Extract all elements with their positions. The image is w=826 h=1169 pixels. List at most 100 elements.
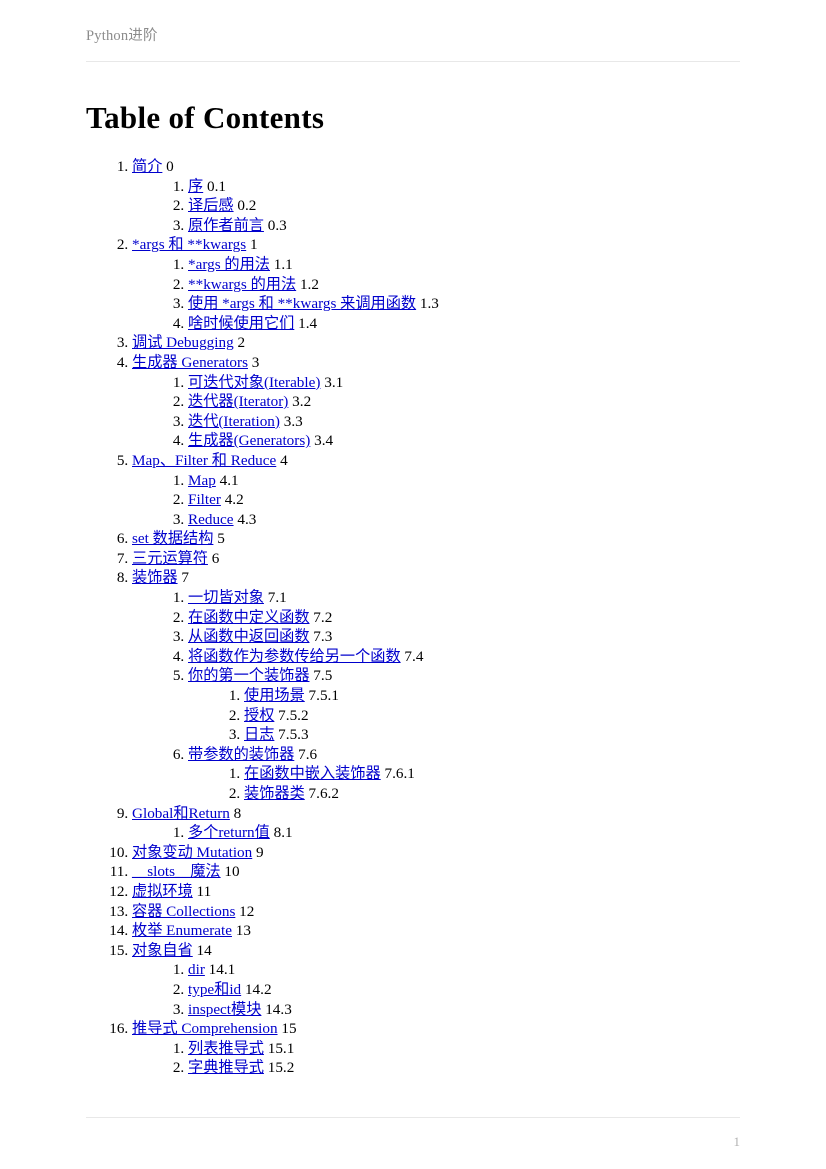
toc-link[interactable]: 列表推导式	[188, 1040, 264, 1057]
toc-link[interactable]: 日志	[244, 726, 274, 743]
toc-link[interactable]: 装饰器类	[244, 785, 305, 802]
toc-entry: 从函数中返回函数 7.3	[188, 627, 766, 647]
toc-link[interactable]: 生成器(Generators)	[188, 432, 310, 449]
toc-link[interactable]: __slots__魔法	[132, 863, 221, 880]
toc-list-level-2: 一切皆对象 7.1在函数中定义函数 7.2从函数中返回函数 7.3将函数作为参数…	[132, 588, 766, 804]
toc-list-level-2: dir 14.1type和id 14.2inspect模块 14.3	[132, 960, 766, 1019]
toc-list-level-2: 多个return值 8.1	[132, 823, 766, 843]
toc-entry: 带参数的装饰器 7.6在函数中嵌入装饰器 7.6.1装饰器类 7.6.2	[188, 745, 766, 804]
toc-link[interactable]: 原作者前言	[188, 217, 264, 234]
toc-link[interactable]: 在函数中嵌入装饰器	[244, 765, 381, 782]
toc-link[interactable]: 三元运算符	[132, 550, 208, 567]
toc-link[interactable]: 使用场景	[244, 687, 305, 704]
toc-entry: 装饰器类 7.6.2	[244, 784, 766, 804]
toc-section-number: 8	[233, 804, 242, 822]
toc-link[interactable]: 迭代(Iteration)	[188, 413, 280, 430]
running-header-title: Python进阶	[86, 28, 158, 44]
toc-section-number: 3.2	[292, 393, 312, 411]
toc-entry: dir 14.1	[188, 960, 766, 980]
toc-section-number: 14.1	[208, 961, 236, 979]
toc-link[interactable]: inspect模块	[188, 1001, 261, 1018]
toc-link[interactable]: 简介	[132, 158, 162, 175]
toc-section-number: 7.5.1	[308, 687, 339, 705]
toc-entry: 容器 Collections 12	[132, 902, 766, 922]
toc-entry: 多个return值 8.1	[188, 823, 766, 843]
toc-link[interactable]: 将函数作为参数传给另一个函数	[188, 648, 401, 665]
toc-link[interactable]: 字典推导式	[188, 1059, 264, 1076]
toc-link[interactable]: set 数据结构	[132, 530, 213, 547]
toc-link[interactable]: 迭代器(Iterator)	[188, 393, 288, 410]
toc-section-number: 8.1	[273, 824, 293, 842]
toc-link[interactable]: 对象变动 Mutation	[132, 844, 252, 861]
toc-section-number: 15.1	[267, 1039, 295, 1057]
toc-section-number: 0.2	[237, 197, 257, 215]
toc-link[interactable]: *args 和 **kwargs	[132, 236, 246, 253]
toc-entry: 将函数作为参数传给另一个函数 7.4	[188, 647, 766, 667]
toc-link[interactable]: 虚拟环境	[132, 883, 193, 900]
toc-section-number: 0.1	[206, 177, 226, 195]
toc-link[interactable]: 生成器 Generators	[132, 354, 248, 371]
toc-entry: 对象自省 14dir 14.1type和id 14.2inspect模块 14.…	[132, 941, 766, 1019]
toc-section-number: 4.2	[224, 491, 244, 509]
toc-section-number: 2	[237, 334, 246, 352]
toc-list-level-1: 简介 0序 0.1译后感 0.2原作者前言 0.3*args 和 **kwarg…	[86, 157, 766, 1078]
toc-section-number: 1.3	[419, 295, 439, 313]
toc-link[interactable]: 装饰器	[132, 569, 178, 586]
toc-link[interactable]: *args 的用法	[188, 256, 270, 273]
toc-link[interactable]: 从函数中返回函数	[188, 628, 310, 645]
toc-link[interactable]: 调试 Debugging	[132, 334, 234, 351]
toc-link[interactable]: 译后感	[188, 197, 234, 214]
toc-link[interactable]: 啥时候使用它们	[188, 315, 294, 332]
toc-link[interactable]: 你的第一个装饰器	[188, 667, 310, 684]
toc-link[interactable]: 在函数中定义函数	[188, 609, 310, 626]
toc-link[interactable]: 序	[188, 178, 203, 195]
toc-link[interactable]: 授权	[244, 707, 274, 724]
toc-link[interactable]: **kwargs 的用法	[188, 276, 296, 293]
page-number: 1	[733, 1134, 741, 1149]
toc-entry: 原作者前言 0.3	[188, 216, 766, 236]
toc-section-number: 4	[280, 451, 288, 469]
toc-section-number: 3.4	[314, 432, 334, 450]
toc-section-number: 15.2	[267, 1059, 295, 1077]
toc-link[interactable]: 对象自省	[132, 942, 193, 959]
toc-link[interactable]: Filter	[188, 491, 221, 508]
toc-section-number: 14	[196, 941, 212, 959]
toc-link[interactable]: Map、Filter 和 Reduce	[132, 452, 276, 469]
toc-entry: type和id 14.2	[188, 980, 766, 1000]
footer-divider	[86, 1117, 740, 1118]
toc-link[interactable]: Map	[188, 472, 216, 489]
toc-section-number: 11	[196, 882, 212, 900]
toc-link[interactable]: dir	[188, 961, 205, 978]
running-header: Python进阶	[86, 26, 740, 56]
toc-entry: 简介 0序 0.1译后感 0.2原作者前言 0.3	[132, 157, 766, 235]
toc-section-number: 7.4	[404, 647, 424, 665]
toc-entry: 生成器(Generators) 3.4	[188, 431, 766, 451]
toc-link[interactable]: Reduce	[188, 511, 234, 528]
toc-link[interactable]: type和id	[188, 981, 241, 998]
toc-entry: 迭代器(Iterator) 3.2	[188, 392, 766, 412]
toc-entry: Global和Return 8多个return值 8.1	[132, 804, 766, 843]
toc-link[interactable]: 使用 *args 和 **kwargs 来调用函数	[188, 295, 416, 312]
toc-section-number: 6	[211, 549, 220, 567]
toc-link[interactable]: 枚举 Enumerate	[132, 922, 232, 939]
toc-section-number: 7.5	[313, 667, 333, 685]
toc-entry: 列表推导式 15.1	[188, 1039, 766, 1059]
toc-link[interactable]: Global和Return	[132, 805, 230, 822]
toc-section-number: 0.3	[267, 216, 287, 234]
toc-entry: 序 0.1	[188, 177, 766, 197]
toc-link[interactable]: 推导式 Comprehension	[132, 1020, 278, 1037]
toc-entry: 迭代(Iteration) 3.3	[188, 412, 766, 432]
toc-section-number: 9	[256, 843, 264, 861]
toc-link[interactable]: 多个return值	[188, 824, 270, 841]
toc-section-number: 7.6	[298, 745, 318, 763]
toc-section-number: 13	[235, 922, 251, 940]
toc-link[interactable]: 一切皆对象	[188, 589, 264, 606]
toc-entry: 装饰器 7一切皆对象 7.1在函数中定义函数 7.2从函数中返回函数 7.3将函…	[132, 568, 766, 803]
toc-entry: 授权 7.5.2	[244, 706, 766, 726]
toc-link[interactable]: 可迭代对象(Iterable)	[188, 374, 320, 391]
toc-list-level-3: 使用场景 7.5.1授权 7.5.2日志 7.5.3	[188, 686, 766, 745]
toc-entry: *args 和 **kwargs 1*args 的用法 1.1**kwargs …	[132, 235, 766, 333]
toc-link[interactable]: 容器 Collections	[132, 903, 235, 920]
toc-entry: 使用 *args 和 **kwargs 来调用函数 1.3	[188, 294, 766, 314]
toc-link[interactable]: 带参数的装饰器	[188, 746, 294, 763]
